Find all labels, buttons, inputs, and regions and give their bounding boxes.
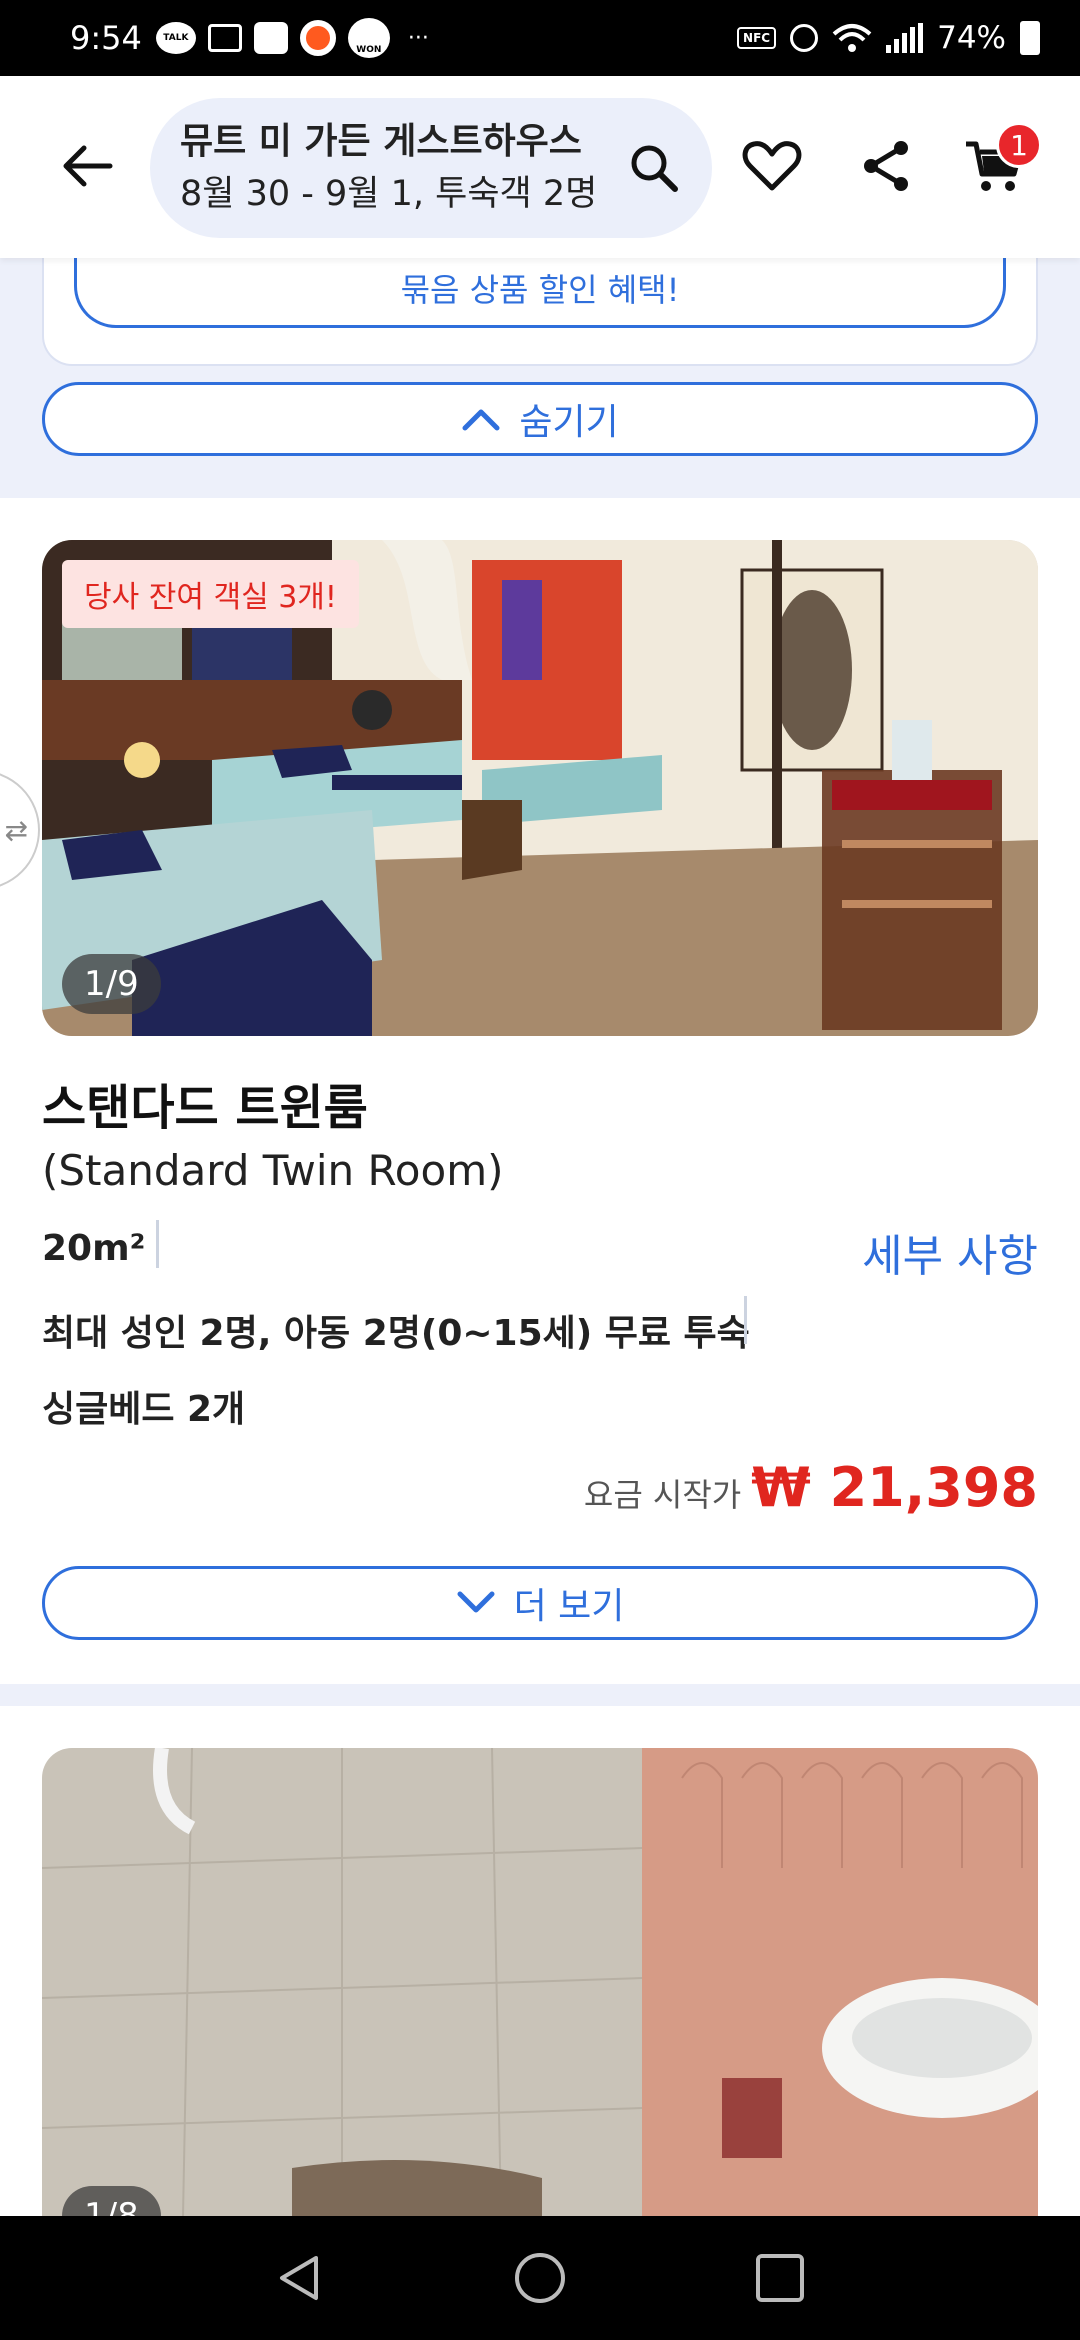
photo-counter: 1/9	[62, 954, 161, 1014]
nfc-icon: NFC	[737, 27, 777, 49]
hide-label: 숨기기	[519, 402, 619, 443]
nav-home-icon[interactable]	[512, 2250, 568, 2306]
chevron-down-icon	[457, 1591, 495, 1613]
section-divider	[0, 1684, 1080, 1706]
alarm-icon	[790, 24, 819, 52]
app-notification-icon	[253, 22, 288, 54]
signal-icon	[886, 23, 924, 53]
property-name: 뮤트 미 가든 게스트하우스	[180, 121, 582, 162]
room-photo[interactable]: 당사 잔여 객실 3개! 1/9	[42, 540, 1038, 1036]
price-value: ₩ 21,398	[751, 1456, 1038, 1519]
cart-count-badge: 1	[996, 122, 1042, 168]
bundle-section: 묶음 상품 할인 혜택! 숨기기	[0, 238, 1080, 498]
more-notifications-icon: ···	[407, 25, 429, 51]
swap-icon: ⇄	[4, 813, 28, 847]
chevron-up-icon	[462, 409, 500, 431]
room-area: 20m²	[42, 1228, 146, 1269]
room-name: 스탠다드 트윈룸	[42, 1080, 368, 1136]
details-link[interactable]: 세부 사항	[862, 1220, 1038, 1284]
back-arrow-icon[interactable]	[60, 138, 116, 194]
search-icon[interactable]	[628, 142, 680, 194]
divider	[744, 1296, 747, 1344]
app-header: 뮤트 미 가든 게스트하우스 8월 30 - 9월 1, 투숙객 2명 1	[0, 76, 1080, 258]
room-beds: 싱글베드 2개	[42, 1389, 246, 1430]
clock: 9:54	[70, 19, 142, 57]
price-row: 요금 시작가 ₩ 21,398	[584, 1456, 1038, 1519]
show-more-button[interactable]: 더 보기	[42, 1566, 1038, 1640]
room-card: 1/8	[0, 1706, 1080, 2268]
search-summary-pill[interactable]: 뮤트 미 가든 게스트하우스 8월 30 - 9월 1, 투숙객 2명	[150, 98, 712, 238]
status-bar: 9:54 TALK WON ··· NFC 74%	[0, 0, 1080, 76]
room-name-english: (Standard Twin Room)	[42, 1146, 504, 1195]
show-more-label: 더 보기	[513, 1586, 625, 1627]
nav-recents-icon[interactable]	[752, 2250, 808, 2306]
message-icon	[207, 24, 242, 52]
wifi-icon	[832, 24, 872, 52]
nav-back-icon[interactable]	[272, 2250, 328, 2306]
price-label: 요금 시작가	[583, 1476, 742, 1514]
battery-icon	[1020, 21, 1040, 55]
hide-button[interactable]: 숨기기	[42, 382, 1038, 456]
bundle-discount-label: 묶음 상품 할인 혜택!	[400, 271, 680, 309]
won-app-icon: WON	[347, 18, 390, 58]
room-card: 당사 잔여 객실 3개! 1/9 스탠다드 트윈룸 (Standard Twin…	[0, 498, 1080, 1684]
bathroom-image	[42, 1748, 1038, 2268]
share-icon[interactable]	[855, 134, 919, 198]
ring-app-icon	[299, 20, 336, 56]
room-photo[interactable]: 1/8	[42, 1748, 1038, 2268]
divider	[156, 1220, 159, 1268]
availability-badge: 당사 잔여 객실 3개!	[62, 560, 359, 628]
system-navigation-bar	[0, 2216, 1080, 2340]
room-occupancy: 최대 성인 2명, 아동 2명(0~15세) 무료 투숙	[42, 1313, 750, 1354]
kakaotalk-icon: TALK	[155, 22, 196, 54]
stay-info: 8월 30 - 9월 1, 투숙객 2명	[180, 174, 598, 214]
battery-level: 74%	[937, 20, 1006, 56]
heart-icon[interactable]	[740, 134, 804, 198]
